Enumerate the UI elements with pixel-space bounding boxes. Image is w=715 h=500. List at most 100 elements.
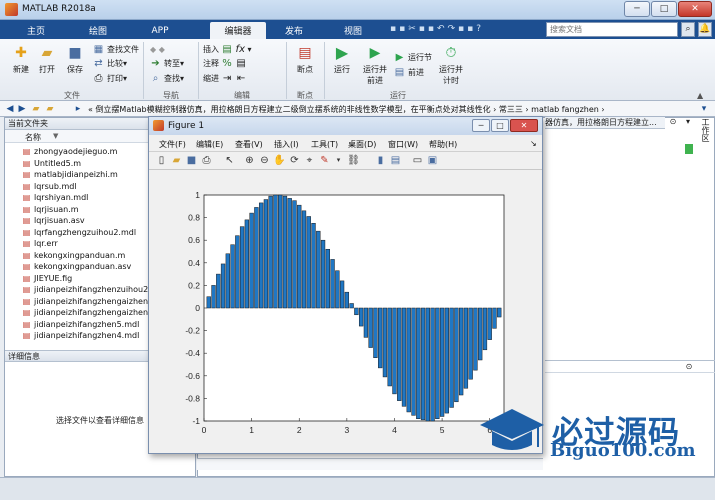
bar <box>487 307 492 340</box>
maximize-button[interactable]: □ <box>651 1 677 17</box>
quick-access-toolbar[interactable]: ▪▪✂▪▪↶↷▪▪? <box>390 24 540 36</box>
menu-window[interactable]: 窗口(W) <box>388 139 418 150</box>
bar <box>235 235 240 309</box>
sort-icon[interactable]: ▼ <box>53 132 58 140</box>
minimize-button[interactable]: ─ <box>624 1 650 17</box>
menu-tools[interactable]: 工具(T) <box>311 139 338 150</box>
insert-icon: ▤ <box>222 44 232 55</box>
save-figure-icon[interactable]: ■ <box>185 154 198 167</box>
folder-path[interactable]: « 倒立摆Matlab模糊控制器仿真，用拉格朗日方程建立二级倒立摆系统的非线性数… <box>88 104 698 115</box>
open-file-icon[interactable]: ▰ <box>170 154 183 167</box>
forward-icon[interactable]: ▶ <box>16 103 28 115</box>
panel-menu-icon[interactable]: ⊙ <box>668 117 678 129</box>
advance-button[interactable]: ▤ 前进 <box>394 66 424 79</box>
tab-view[interactable]: 视图 <box>325 22 381 39</box>
run-button[interactable]: ▶ 运行 <box>325 42 359 75</box>
editor-scroll-strip[interactable] <box>197 458 543 470</box>
rotate-3d-icon[interactable]: ⟳ <box>288 154 301 167</box>
menu-help[interactable]: 帮助(H) <box>429 139 457 150</box>
tab-home[interactable]: 主页 <box>8 22 64 39</box>
new-figure-icon[interactable]: ▯ <box>155 154 168 167</box>
bar <box>335 270 340 309</box>
bar <box>382 307 388 378</box>
run-section-button[interactable]: ▶ 运行节 <box>394 51 432 64</box>
up-folder-icon[interactable]: ▰ <box>30 103 42 115</box>
close-button[interactable]: ✕ <box>678 1 712 17</box>
save-button[interactable]: ■ 保存 <box>58 42 92 75</box>
menu-edit[interactable]: 编辑(E) <box>196 139 223 150</box>
menu-insert[interactable]: 插入(I) <box>274 139 299 150</box>
section-edit-label: 编辑 <box>234 91 250 100</box>
tab-editor[interactable]: 编辑器 <box>210 22 266 39</box>
figure-maximize-button[interactable]: □ <box>491 119 509 132</box>
menu-file[interactable]: 文件(F) <box>159 139 186 150</box>
status-bar <box>0 477 715 500</box>
menubar-dock-icon[interactable]: ↘ <box>530 139 537 148</box>
pan-icon[interactable]: ✋ <box>273 154 286 167</box>
name-column-header[interactable]: 名称 <box>25 132 41 143</box>
workspace-tab[interactable]: 工作区 <box>697 118 711 158</box>
bar <box>373 307 378 358</box>
tab-publish[interactable]: 发布 <box>266 22 322 39</box>
file-icon: ▤ <box>22 250 31 260</box>
separator <box>143 42 144 99</box>
path-dropdown-icon[interactable]: ▾ <box>698 103 710 115</box>
print-button[interactable]: ⎙ 打印 ▾ <box>93 72 128 85</box>
collapse-ribbon-icon[interactable]: ▲ <box>697 91 703 100</box>
menu-desktop[interactable]: 桌面(D) <box>348 139 376 150</box>
bar <box>439 307 445 417</box>
insert-button[interactable]: 插入 ▤ fx ▾ <box>203 43 252 56</box>
breakpoints-button[interactable]: ▤ 断点 <box>288 42 322 75</box>
file-name: lqrjisuan.m <box>34 204 79 214</box>
data-cursor-icon[interactable]: ⌖ <box>303 154 316 167</box>
find-button[interactable]: ⌕ 查找 ▾ <box>150 72 184 85</box>
browse-folder-icon[interactable]: ▰ <box>44 103 56 115</box>
notification-icon[interactable]: 🔔 <box>698 22 712 37</box>
search-docs-input[interactable] <box>546 22 678 37</box>
figure-close-button[interactable]: ✕ <box>510 119 538 132</box>
print-figure-icon[interactable]: ⎙ <box>200 154 213 167</box>
y-tick-label: 0.4 <box>188 258 200 268</box>
panel-undock-icon[interactable]: ▾ <box>683 117 693 129</box>
back-forward-nav[interactable]: ◆ ◆ <box>150 43 165 56</box>
goto-button[interactable]: ➔ 转至 ▾ <box>150 57 184 70</box>
find-files-button[interactable]: ▦ 查找文件 <box>93 43 139 56</box>
comment-button[interactable]: 注释 % ▤ <box>203 57 250 70</box>
address-chevron-icon[interactable]: ▸ <box>72 103 84 115</box>
legend-icon[interactable]: ▤ <box>389 154 402 167</box>
zoom-out-icon[interactable]: ⊖ <box>258 154 271 167</box>
x-tick-label: 3 <box>344 425 349 435</box>
run-and-time-button[interactable]: ⏱ 运行并 计时 <box>434 42 468 86</box>
indent-button[interactable]: 缩进 ⇥ ⇤ <box>203 72 250 85</box>
colorbar-icon[interactable]: ▮ <box>374 154 387 167</box>
tab-plots[interactable]: 绘图 <box>70 22 126 39</box>
bar <box>244 219 250 309</box>
hide-plot-tools-icon[interactable]: ▭ <box>411 154 424 167</box>
run-icon: ▶ <box>335 43 349 62</box>
back-icon[interactable]: ◀ <box>4 103 16 115</box>
new-icon: ✚ <box>15 45 27 61</box>
print-icon: ⎙ <box>94 73 103 84</box>
comment-wrap-icon: ▤ <box>236 58 246 69</box>
bar <box>239 226 245 309</box>
figure-minimize-button[interactable]: ─ <box>472 119 490 132</box>
tab-apps[interactable]: APP <box>132 22 188 39</box>
graduation-cap-logo <box>480 409 544 450</box>
run-advance-button[interactable]: ▶ 运行并 前进 <box>358 42 392 86</box>
compare-button[interactable]: ⇄ 比较 ▾ <box>93 57 127 70</box>
link-plot-icon[interactable]: ⛓ <box>347 154 360 167</box>
brush-icon[interactable]: ✎ <box>318 154 331 167</box>
edit-plot-icon[interactable]: ↖ <box>223 154 236 167</box>
show-plot-tools-icon[interactable]: ▣ <box>426 154 439 167</box>
section-navigate-label: 导航 <box>163 91 179 100</box>
brush-dropdown-icon[interactable]: ▾ <box>332 154 345 167</box>
search-icon[interactable]: ⌕ <box>681 22 695 37</box>
bar <box>363 307 369 338</box>
panel-menu-icon[interactable]: ⊙ <box>684 362 694 372</box>
outdent-icon: ⇤ <box>236 73 246 84</box>
bar <box>478 307 483 361</box>
menu-view[interactable]: 查看(V) <box>235 139 263 150</box>
bar <box>263 199 269 309</box>
file-icon: ▤ <box>22 285 31 295</box>
zoom-in-icon[interactable]: ⊕ <box>243 154 256 167</box>
